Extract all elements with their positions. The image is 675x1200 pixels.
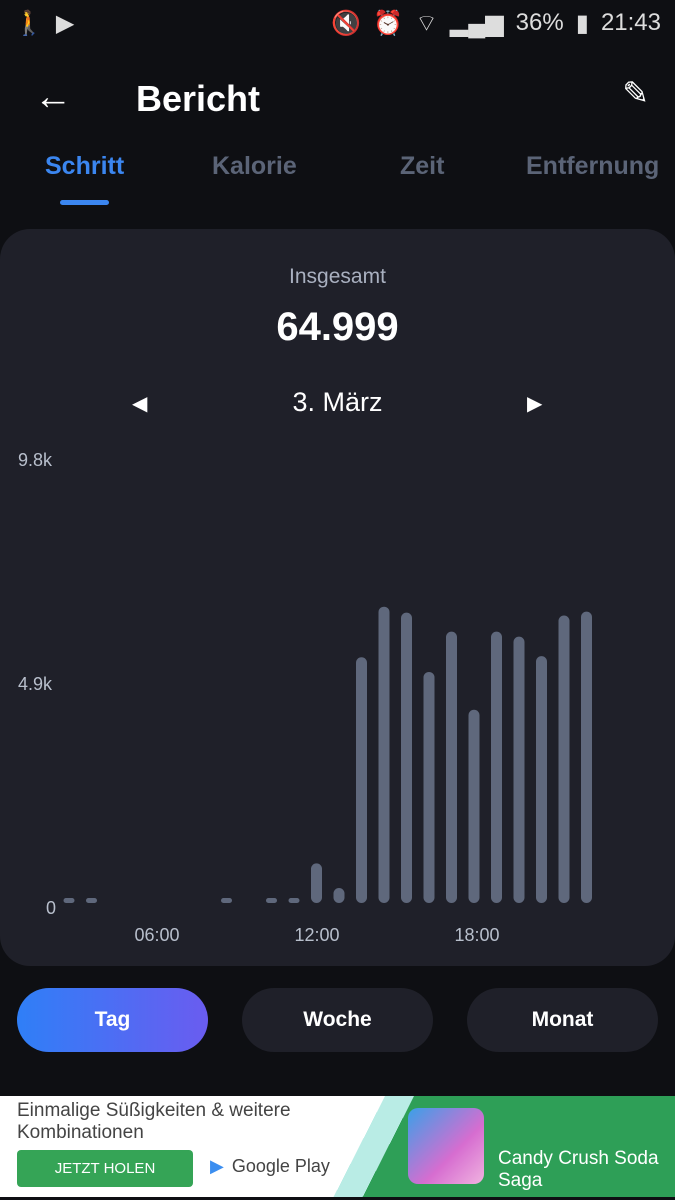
y-tick-label: 9.8k <box>18 450 53 470</box>
ad-headline: Einmalige Süßigkeiten & weitere Kombinat… <box>17 1100 291 1143</box>
bar-hour-1[interactable] <box>86 898 97 903</box>
bar-hour-11[interactable] <box>311 863 322 903</box>
y-tick-label: 4.9k <box>18 674 53 694</box>
bar-hour-19[interactable] <box>491 631 502 903</box>
x-tick-label: 12:00 <box>294 925 339 945</box>
bar-hour-15[interactable] <box>401 612 412 903</box>
ad-banner[interactable]: Einmalige Süßigkeiten & weitere Kombinat… <box>0 1096 675 1197</box>
bar-hour-12[interactable] <box>333 888 345 903</box>
bar-hour-23[interactable] <box>581 611 592 903</box>
ad-cta-button[interactable]: JETZT HOLEN <box>17 1150 193 1187</box>
bar-hour-7[interactable] <box>221 898 232 903</box>
bar-hour-9[interactable] <box>266 898 277 903</box>
google-play-icon: ▶ <box>210 1156 224 1176</box>
bar-hour-0[interactable] <box>63 898 75 903</box>
google-play-badge[interactable]: ▶ Google Play <box>210 1156 330 1177</box>
bar-hour-16[interactable] <box>423 671 435 903</box>
bar-hour-10[interactable] <box>288 898 300 903</box>
bar-hour-17[interactable] <box>446 631 457 903</box>
bar-hour-13[interactable] <box>356 657 367 903</box>
bar-hour-22[interactable] <box>558 615 570 903</box>
app-icon[interactable] <box>408 1108 484 1184</box>
bar-hour-18[interactable] <box>468 709 480 903</box>
x-tick-label: 18:00 <box>454 925 499 945</box>
store-label: Google Play <box>231 1156 330 1176</box>
bar-hour-20[interactable] <box>513 636 525 903</box>
x-tick-label: 06:00 <box>134 925 179 945</box>
y-tick-label: 0 <box>46 898 56 918</box>
ad-app-name: Candy Crush Soda Saga <box>498 1148 659 1191</box>
bar-hour-21[interactable] <box>536 656 547 903</box>
period-tag-button[interactable]: Tag <box>17 988 208 1052</box>
period-woche-button[interactable]: Woche <box>242 988 433 1052</box>
period-monat-button[interactable]: Monat <box>467 988 658 1052</box>
bar-hour-14[interactable] <box>378 606 390 903</box>
